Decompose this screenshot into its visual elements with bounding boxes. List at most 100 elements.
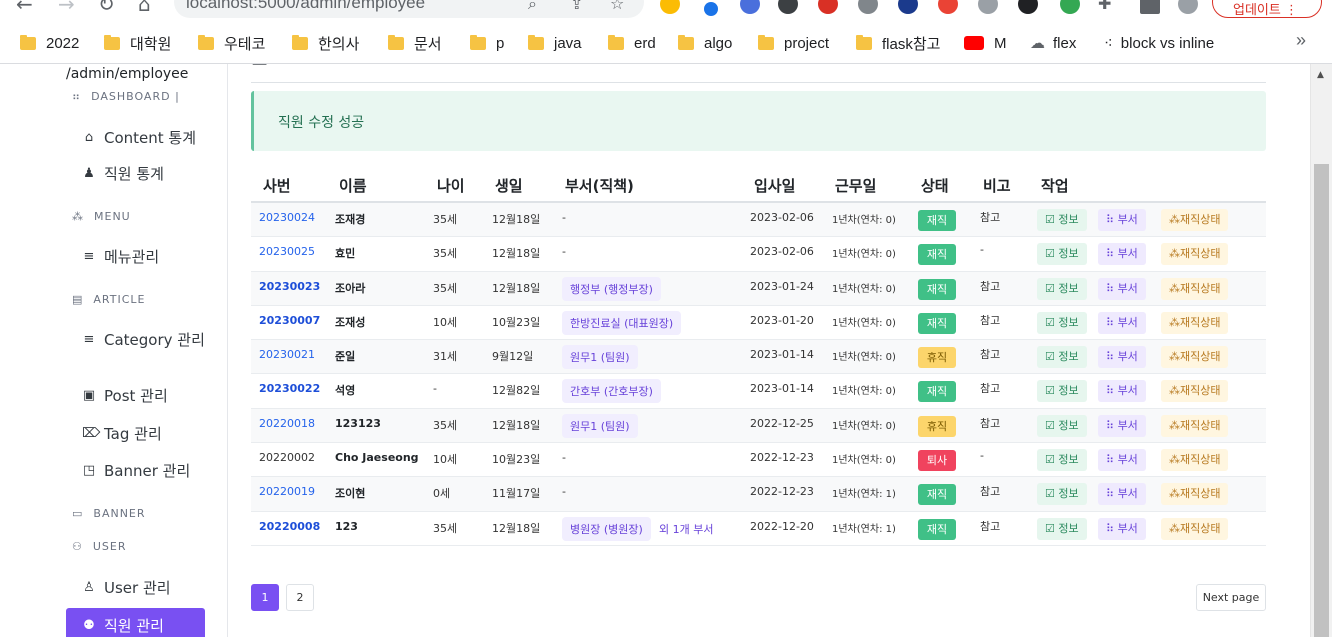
employee-id-link[interactable]: 20230024 — [259, 211, 315, 224]
info-button[interactable]: ☑ 정보 — [1037, 311, 1087, 334]
sidebar-item-employee-stats[interactable]: ♟ 직원 통계 — [82, 164, 206, 184]
dept-button[interactable]: ⠷ 부서 — [1098, 483, 1146, 506]
dept-button[interactable]: ⠷ 부서 — [1098, 311, 1146, 334]
dept-button[interactable]: ⠷ 부서 — [1098, 209, 1146, 231]
bookmarks-more-icon[interactable]: » — [1296, 30, 1306, 51]
status-button[interactable]: ⁂재직상태 — [1161, 277, 1229, 300]
employee-id-link[interactable]: 20220018 — [259, 417, 315, 430]
info-button[interactable]: ☑ 정보 — [1037, 483, 1087, 506]
status-button[interactable]: ⁂재직상태 — [1161, 414, 1229, 437]
profile-avatar[interactable] — [1178, 0, 1198, 14]
status-button[interactable]: ⁂재직상태 — [1161, 483, 1229, 506]
dept-badge[interactable]: 원무1 (팀원) — [562, 413, 638, 438]
bookmark-folder[interactable]: 한의사 — [292, 32, 359, 54]
employee-id-link[interactable]: 20220002 — [259, 451, 315, 464]
next-page-button[interactable]: Next page — [1196, 584, 1266, 611]
bookmark-folder[interactable]: p — [470, 32, 504, 54]
page-2-button[interactable]: 2 — [286, 584, 314, 611]
bookmark-flex[interactable]: ☁ flex — [1030, 32, 1076, 54]
dept-button[interactable]: ⠷ 부서 — [1098, 346, 1146, 369]
puzzle-icon[interactable]: ✚ — [1098, 0, 1111, 13]
bookmark-folder[interactable]: 2022 — [20, 32, 79, 54]
bookmark-folder[interactable]: project — [758, 32, 829, 54]
status-button[interactable]: ⁂재직상태 — [1161, 380, 1229, 403]
extension-icon-1[interactable] — [660, 0, 680, 14]
extension-icon-6[interactable] — [858, 0, 878, 14]
bookmark-folder[interactable]: erd — [608, 32, 656, 54]
status-button[interactable]: ⁂재직상태 — [1161, 209, 1229, 231]
home-icon[interactable]: ⌂ — [138, 0, 151, 16]
sidebar-item-content-stats[interactable]: ⌂ Content 통계 — [82, 128, 206, 148]
info-button[interactable]: ☑ 정보 — [1037, 277, 1087, 300]
info-button[interactable]: ☑ 정보 — [1037, 449, 1087, 472]
sidebar-item-tag-manage[interactable]: ⌦ Tag 관리 — [82, 424, 206, 444]
sidebar-item-employee-manage[interactable]: ⚉ 직원 관리 — [66, 608, 205, 637]
dept-badge[interactable]: 병원장 (병원장) — [562, 516, 651, 541]
update-button[interactable]: 업데이트 ⋮ — [1212, 0, 1322, 18]
extension-icon-5[interactable] — [818, 0, 838, 14]
status-button[interactable]: ⁂재직상태 — [1161, 346, 1229, 369]
sidebar-item-category-manage[interactable]: ≡ Category 관리 — [82, 330, 206, 350]
bookmark-folder[interactable]: java — [528, 32, 582, 54]
dept-button[interactable]: ⠷ 부서 — [1098, 517, 1146, 540]
info-button[interactable]: ☑ 정보 — [1037, 517, 1087, 540]
back-icon[interactable]: ← — [16, 0, 33, 16]
extension-icon-4[interactable] — [778, 0, 798, 14]
employee-id-link[interactable]: 20230007 — [259, 314, 320, 327]
bookmark-folder[interactable]: flask참고 — [856, 32, 940, 54]
dept-badge[interactable]: 간호부 (간호부장) — [562, 379, 661, 404]
employee-id-link[interactable]: 20220008 — [259, 520, 320, 533]
address-bar-url[interactable]: localhost:5000/admin/employee — [186, 0, 425, 13]
info-button[interactable]: ☑ 정보 — [1037, 209, 1087, 231]
sidebar-item-menu-manage[interactable]: ≡ 메뉴관리 — [82, 247, 206, 267]
info-button[interactable]: ☑ 정보 — [1037, 380, 1087, 403]
employee-id-link[interactable]: 20230025 — [259, 245, 315, 258]
extension-icon-2[interactable] — [704, 2, 718, 16]
employee-id-link[interactable]: 20230021 — [259, 348, 315, 361]
extension-icon-11[interactable] — [1060, 0, 1080, 14]
dept-badge[interactable]: 한방진료실 (대표원장) — [562, 310, 682, 335]
extension-icon-3[interactable] — [740, 0, 760, 14]
status-button[interactable]: ⁂재직상태 — [1161, 449, 1229, 472]
bookmark-folder[interactable]: 우테코 — [198, 32, 265, 54]
sidebar-item-post-manage[interactable]: ▣ Post 관리 — [82, 386, 206, 406]
reload-icon[interactable]: ↻ — [98, 0, 115, 16]
dept-button[interactable]: ⠷ 부서 — [1098, 380, 1146, 403]
extension-icon-7[interactable] — [898, 0, 918, 14]
search-icon[interactable]: ⌕ — [528, 0, 537, 14]
extension-icon-9[interactable] — [978, 0, 998, 14]
status-button[interactable]: ⁂재직상태 — [1161, 311, 1229, 334]
dept-button[interactable]: ⠷ 부서 — [1098, 414, 1146, 437]
bookmark-folder[interactable]: algo — [678, 32, 732, 54]
page-1-button[interactable]: 1 — [251, 584, 279, 611]
employee-id-link[interactable]: 20230022 — [259, 382, 320, 395]
scrollbar-thumb[interactable] — [1314, 164, 1329, 637]
sidebar-item-banner-manage[interactable]: ◳ Banner 관리 — [82, 461, 206, 481]
dept-button[interactable]: ⠷ 부서 — [1098, 243, 1146, 266]
status-button[interactable]: ⁂재직상태 — [1161, 243, 1229, 266]
bookmark-folder[interactable]: 문서 — [388, 32, 442, 54]
extension-icon-10[interactable] — [1018, 0, 1038, 14]
scrollbar[interactable]: ▲ — [1310, 64, 1332, 637]
dept-badge[interactable]: 원무1 (팀원) — [562, 345, 638, 370]
dept-button[interactable]: ⠷ 부서 — [1098, 449, 1146, 472]
forward-icon[interactable]: → — [58, 0, 75, 16]
employee-id-link[interactable]: 20220019 — [259, 485, 315, 498]
sidepanel-icon[interactable] — [1140, 0, 1160, 14]
share-icon[interactable]: ⇪ — [570, 0, 583, 13]
dept-badge[interactable]: 행정부 (행정부장) — [562, 276, 661, 301]
bookmark-youtube[interactable]: M — [964, 32, 1007, 54]
extension-icon-8[interactable] — [938, 0, 958, 14]
status-button[interactable]: ⁂재직상태 — [1161, 517, 1229, 540]
info-button[interactable]: ☑ 정보 — [1037, 243, 1087, 266]
extra-dept-link[interactable]: 외 1개 부서 — [659, 521, 713, 537]
sidebar-item-user-manage[interactable]: ♙ User 관리 — [82, 578, 206, 598]
bookmark-folder[interactable]: 대학원 — [104, 32, 171, 54]
star-icon[interactable]: ☆ — [610, 0, 624, 13]
info-button[interactable]: ☑ 정보 — [1037, 414, 1087, 437]
bookmark-block-vs-inline[interactable]: ⁖ block vs inline — [1104, 32, 1214, 54]
info-button[interactable]: ☑ 정보 — [1037, 346, 1087, 369]
employee-id-link[interactable]: 20230023 — [259, 280, 320, 293]
dept-button[interactable]: ⠷ 부서 — [1098, 277, 1146, 300]
scroll-up-icon[interactable]: ▲ — [1317, 70, 1324, 80]
